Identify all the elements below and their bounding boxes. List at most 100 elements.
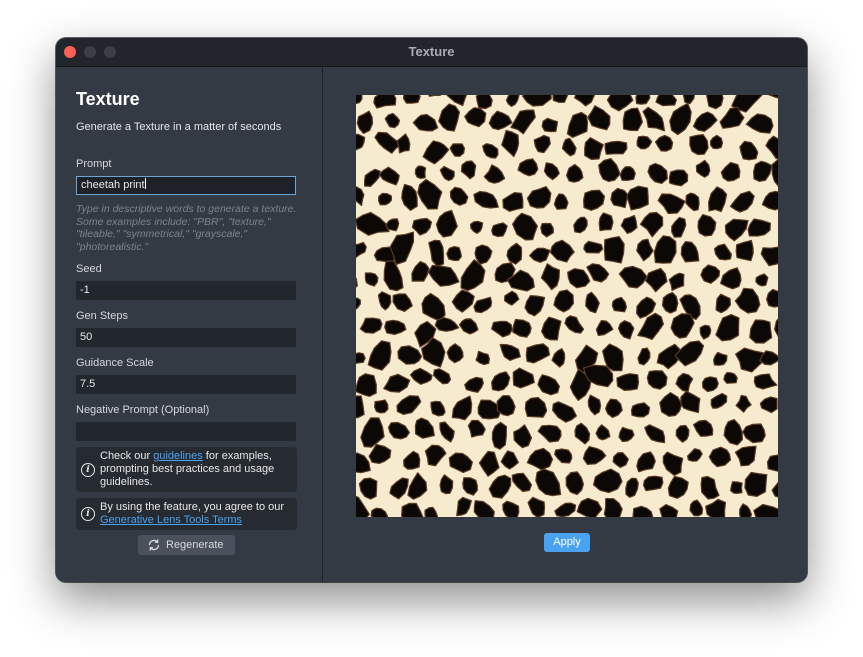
texture-spot <box>537 424 562 443</box>
texture-spot <box>674 340 705 367</box>
texture-spot <box>753 373 778 390</box>
texture-spot <box>500 450 519 470</box>
texture-spot <box>446 246 463 262</box>
texture-spot <box>635 95 651 105</box>
negative-prompt-input[interactable] <box>76 422 296 441</box>
texture-spot <box>370 507 389 517</box>
texture-spot <box>501 129 520 158</box>
texture-spot <box>439 474 454 495</box>
texture-spot <box>700 264 721 284</box>
texture-spot <box>422 140 450 165</box>
texture-spot <box>606 95 634 112</box>
texture-spot <box>458 318 479 335</box>
texture-spot <box>360 417 385 448</box>
texture-spot <box>605 398 623 419</box>
texture-spot <box>356 277 358 288</box>
texture-spot <box>506 242 523 265</box>
texture-spot <box>374 399 389 414</box>
texture-spot <box>475 95 493 110</box>
texture-spot <box>469 220 484 234</box>
texture-spot <box>645 267 668 293</box>
texture-spot <box>356 395 365 419</box>
guidance-scale-input[interactable]: 7.5 <box>76 375 296 394</box>
texture-spot <box>724 218 749 242</box>
texture-spot <box>720 161 741 182</box>
texture-spot <box>387 421 411 440</box>
texture-spot <box>551 348 566 368</box>
seed-input[interactable]: -1 <box>76 281 296 300</box>
texture-spot <box>646 370 668 390</box>
texture-spot <box>708 186 728 213</box>
texture-spot <box>583 240 604 254</box>
gen-steps-label: Gen Steps <box>76 310 128 322</box>
guidance-scale-label: Guidance Scale <box>76 357 154 369</box>
texture-spot <box>512 367 535 389</box>
texture-spot <box>620 214 638 234</box>
texture-spot <box>482 143 499 159</box>
texture-spot <box>616 373 640 391</box>
texture-spot <box>766 454 778 472</box>
info-icon: i <box>81 507 95 521</box>
texture-spot <box>739 503 753 517</box>
texture-spot <box>359 317 383 334</box>
texture-spot <box>502 191 524 212</box>
texture-spot <box>427 264 460 287</box>
texture-spot <box>595 424 611 441</box>
texture-spot <box>499 343 521 361</box>
texture-spot <box>715 293 731 314</box>
texture-spot <box>592 468 623 494</box>
texture-spot <box>449 143 466 157</box>
guidelines-link[interactable]: guidelines <box>153 450 203 462</box>
texture-spot <box>760 246 778 267</box>
texture-spot <box>692 111 718 132</box>
apply-button[interactable]: Apply <box>544 533 590 552</box>
info-icon: i <box>81 462 95 477</box>
texture-spot <box>768 95 778 99</box>
terms-link[interactable]: Generative Lens Tools Terms <box>100 514 242 526</box>
texture-spot <box>397 345 423 365</box>
text-caret <box>144 178 146 189</box>
texture-spot <box>735 394 752 413</box>
texture-spot <box>675 372 694 392</box>
texture-spot <box>668 169 689 187</box>
texture-spot <box>368 443 392 464</box>
texture-spot <box>383 260 404 292</box>
texture-spot <box>358 477 378 500</box>
texture-spot <box>642 475 664 492</box>
texture-spot <box>583 189 606 211</box>
texture-spot <box>675 424 690 443</box>
texture-spot <box>697 213 717 237</box>
prompt-label: Prompt <box>76 158 112 170</box>
texture-spot <box>384 112 401 129</box>
texture-spot <box>701 376 719 393</box>
texture-spot <box>540 263 560 291</box>
texture-spot <box>496 395 516 417</box>
texture-spot <box>356 95 363 105</box>
prompt-input[interactable]: cheetah print <box>76 176 296 195</box>
texture-spot <box>432 368 452 385</box>
gen-steps-input[interactable]: 50 <box>76 328 296 347</box>
texture-spot <box>367 340 392 371</box>
texture-spot <box>411 217 433 236</box>
regenerate-button[interactable]: Regenerate <box>138 535 235 555</box>
texture-spot <box>705 498 727 517</box>
texture-spot <box>636 135 653 150</box>
texture-spot <box>552 95 569 104</box>
texture-spot <box>356 241 367 259</box>
texture-spot <box>709 134 724 150</box>
cheetah-texture <box>356 95 778 517</box>
texture-spot <box>699 324 712 340</box>
texture-spot <box>392 293 413 312</box>
seed-label: Seed <box>76 263 102 275</box>
texture-spot <box>428 239 445 268</box>
texture-window: Texture Texture Generate a Texture in a … <box>56 38 807 582</box>
texture-spot <box>491 371 511 392</box>
texture-spot <box>473 190 499 209</box>
terms-info-box: i By using the feature, you agree to our… <box>76 498 297 530</box>
texture-spot <box>554 502 577 517</box>
texture-spot <box>636 238 654 262</box>
texture-spot <box>687 448 703 462</box>
texture-spot <box>661 291 679 314</box>
texture-spot <box>668 272 685 292</box>
texture-spot <box>720 267 742 290</box>
